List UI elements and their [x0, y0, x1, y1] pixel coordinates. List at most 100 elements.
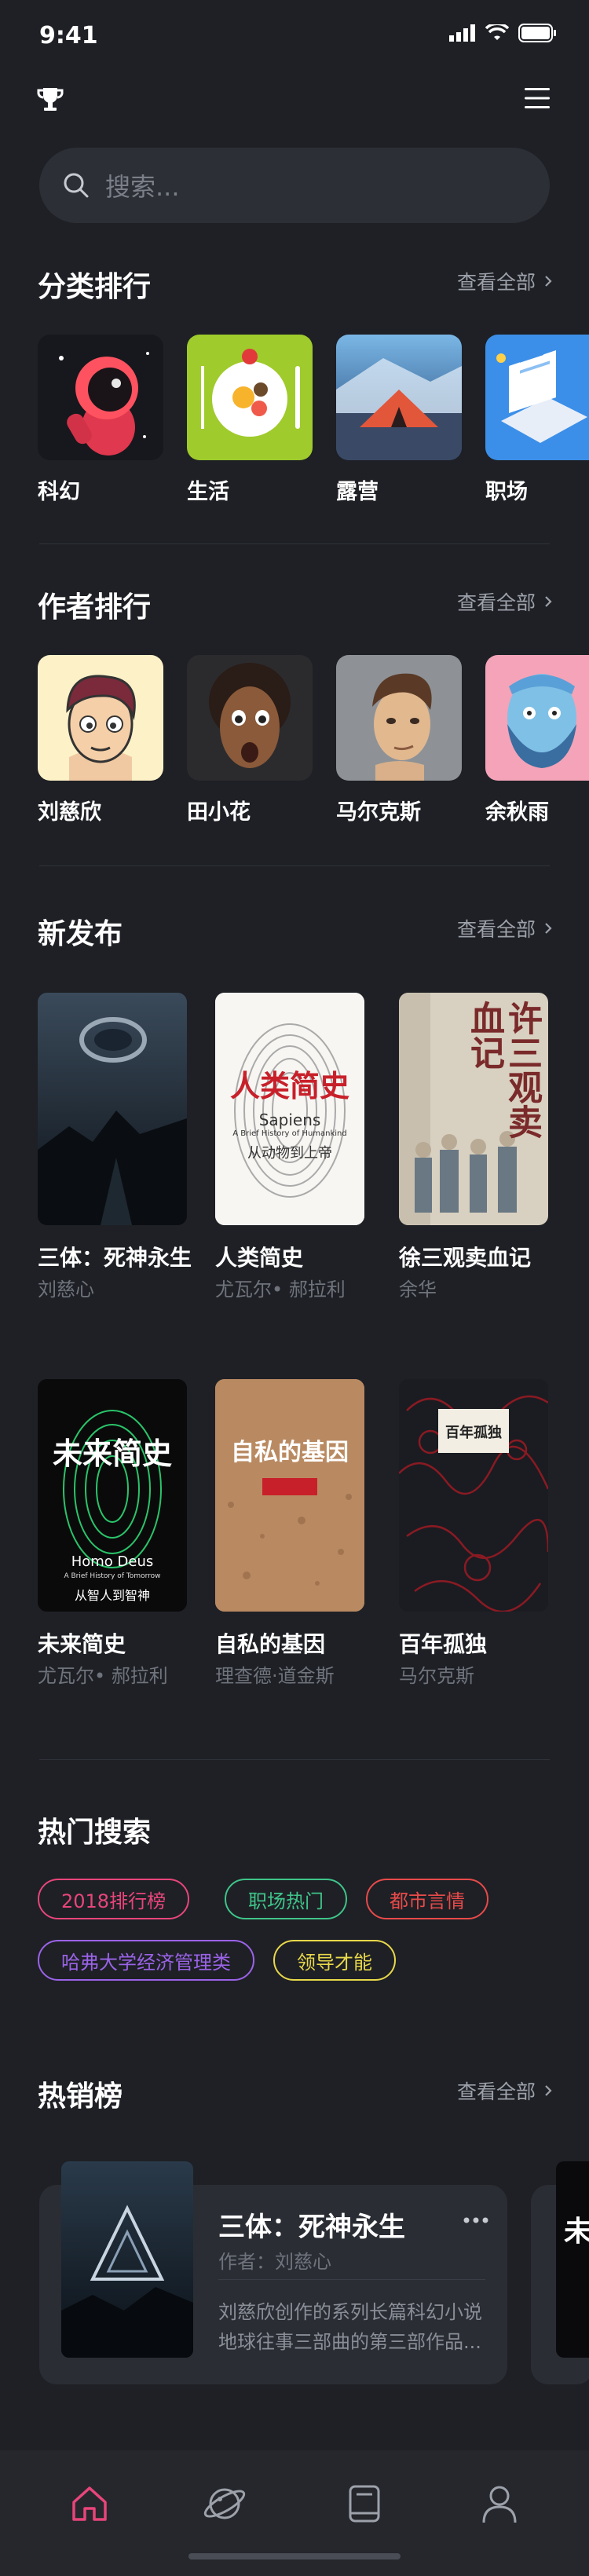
- cover-subtitle: A Brief History of Tomorrow: [64, 1572, 161, 1580]
- bestseller-author: 作者：刘慈心: [218, 2251, 331, 2273]
- view-all-label: 查看全部: [456, 2080, 536, 2103]
- card-divider: [218, 2279, 485, 2280]
- author-avatar[interactable]: [336, 655, 462, 781]
- category-item-workplace[interactable]: [485, 335, 589, 460]
- view-all-label: 查看全部: [456, 591, 536, 614]
- wifi-icon: [485, 24, 509, 40]
- category-label: 职场: [485, 480, 528, 504]
- cover-title: 人类简史: [229, 1068, 349, 1103]
- home-icon[interactable]: [68, 2482, 112, 2526]
- bestsellers-title: 热销榜: [38, 2080, 123, 2113]
- cover-title: 自私的基因: [231, 1439, 349, 1466]
- book-title: 三体：死神永生: [38, 1245, 192, 1271]
- trophy-icon[interactable]: [36, 85, 64, 113]
- cover-subtitle: A Brief History of Humankind: [232, 1129, 347, 1138]
- category-item-life[interactable]: [187, 335, 313, 460]
- status-icons: [449, 24, 558, 42]
- bestseller-cover-next[interactable]: 未: [556, 2161, 589, 2358]
- new-releases-title: 新发布: [38, 918, 123, 950]
- book-title: 未来简史: [38, 1631, 126, 1657]
- book-author: 尤瓦尔• 郝拉利: [38, 1665, 168, 1687]
- categories-view-all[interactable]: 查看全部: [457, 267, 553, 295]
- book-cover[interactable]: [38, 993, 187, 1225]
- book-icon[interactable]: [342, 2482, 386, 2526]
- categories-title: 分类排行: [38, 271, 152, 303]
- hot-search-title: 热门搜索: [38, 1817, 152, 1849]
- book-cover[interactable]: 百年孤独: [399, 1379, 548, 1612]
- book-author: 马尔克斯: [399, 1665, 474, 1687]
- cover-subtitle: Sapiens: [258, 1111, 321, 1129]
- bestseller-desc: 地球往事三部曲的第三部作品...: [218, 2331, 481, 2353]
- book-cover[interactable]: 人类简史 Sapiens A Brief History of Humankin…: [215, 993, 364, 1225]
- authors-view-all[interactable]: 查看全部: [457, 587, 553, 616]
- three-body-cover: [38, 993, 187, 1225]
- cover-subtitle: 从动物到上帝: [247, 1145, 332, 1162]
- bestseller-title: 三体：死神永生: [218, 2212, 405, 2243]
- menu-icon[interactable]: [523, 86, 551, 110]
- cover-glyph: 未: [564, 2215, 589, 2248]
- chevron-right-icon: [545, 596, 552, 607]
- cover-title: 百年孤独: [445, 1425, 502, 1441]
- view-all-label: 查看全部: [456, 918, 536, 941]
- category-item-scifi[interactable]: [38, 335, 163, 460]
- book-title: 百年孤独: [399, 1631, 488, 1657]
- category-label: 科幻: [38, 480, 80, 504]
- bestsellers-view-all[interactable]: 查看全部: [457, 2077, 553, 2105]
- tent-icon: [336, 335, 462, 460]
- laptop-icon: [485, 335, 589, 460]
- book-cover[interactable]: 未来简史 Homo Deus A Brief History of Tomorr…: [38, 1379, 187, 1612]
- author-name: 马尔克斯: [336, 800, 421, 825]
- bearded-man-avatar: [485, 655, 589, 781]
- three-body-cover: [61, 2161, 193, 2358]
- selfish-gene-cover: [215, 1379, 364, 1612]
- book-author: 余华: [399, 1279, 437, 1301]
- search-tag[interactable]: 都市言情: [366, 1879, 488, 1919]
- search-tag[interactable]: 职场热门: [225, 1879, 347, 1919]
- search-placeholder: 搜索...: [105, 172, 180, 202]
- new-releases-view-all[interactable]: 查看全部: [457, 914, 553, 942]
- chevron-right-icon: [545, 2085, 552, 2096]
- view-all-label: 查看全部: [456, 271, 536, 294]
- book-author: 理查德·道金斯: [215, 1665, 335, 1687]
- author-avatar[interactable]: [38, 655, 163, 781]
- search-tag[interactable]: 领导才能: [273, 1940, 396, 1981]
- divider: [39, 865, 550, 866]
- 3d-man-avatar: [336, 655, 462, 781]
- search-input[interactable]: 搜索...: [39, 148, 550, 223]
- divider: [39, 1759, 550, 1760]
- category-label: 生活: [187, 480, 229, 504]
- user-icon[interactable]: [477, 2482, 521, 2526]
- book-title: 人类简史: [215, 1245, 304, 1271]
- divider: [39, 543, 550, 544]
- book-title: 徐三观卖血记: [399, 1245, 532, 1271]
- breakfast-plate-icon: [187, 335, 313, 460]
- chevron-right-icon: [545, 923, 552, 934]
- author-name: 田小花: [187, 800, 251, 825]
- more-icon[interactable]: [463, 2216, 488, 2224]
- author-name: 刘慈欣: [38, 800, 101, 825]
- astronaut-icon: [38, 335, 163, 460]
- cover-subtitle: Homo Deus: [71, 1553, 154, 1570]
- book-cover[interactable]: 自私的基因: [215, 1379, 364, 1612]
- home-indicator: [188, 2553, 401, 2560]
- planet-icon[interactable]: [203, 2482, 247, 2526]
- 3d-woman-avatar: [187, 655, 313, 781]
- search-tag[interactable]: 2018排行榜: [38, 1879, 190, 1919]
- author-name: 余秋雨: [485, 800, 549, 825]
- bestseller-desc: 刘慈欣创作的系列长篇科幻小说: [218, 2301, 482, 2323]
- author-avatar[interactable]: [187, 655, 313, 781]
- author-avatar[interactable]: [485, 655, 589, 781]
- sapiens-cover: [215, 993, 364, 1225]
- book-title: 自私的基因: [215, 1631, 326, 1657]
- chevron-right-icon: [545, 276, 552, 287]
- category-item-camping[interactable]: [336, 335, 462, 460]
- book-author: 尤瓦尔• 郝拉利: [215, 1279, 346, 1301]
- bestseller-cover[interactable]: [61, 2161, 193, 2358]
- status-time: 9:41: [39, 22, 98, 49]
- battery-icon: [518, 24, 556, 42]
- book-cover[interactable]: 许三观卖血记: [399, 993, 548, 1225]
- cover-subtitle: 从智人到智神: [74, 1588, 150, 1603]
- signal-icon: [449, 24, 475, 42]
- book-author: 刘慈心: [38, 1279, 94, 1301]
- search-tag[interactable]: 哈弗大学经济管理类: [38, 1940, 254, 1981]
